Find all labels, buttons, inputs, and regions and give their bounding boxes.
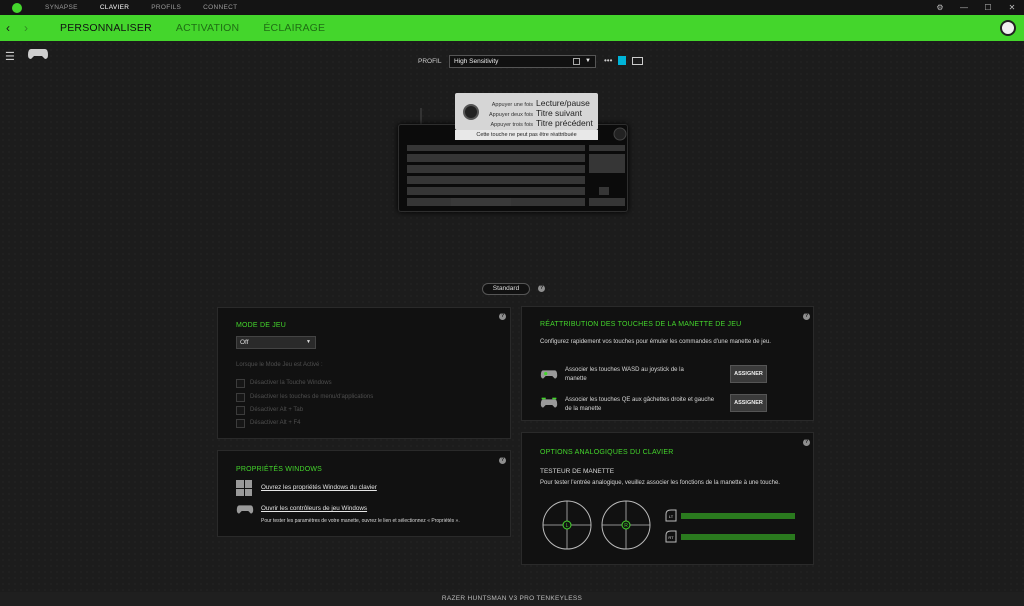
- tab-synapse[interactable]: SYNAPSE: [34, 0, 89, 15]
- right-trigger-icon: RT: [665, 530, 677, 543]
- game-mode-value: Off: [240, 339, 249, 346]
- analog-options-title: OPTIONS ANALOGIQUES DU CLAVIER: [540, 449, 674, 456]
- assign-qe-button[interactable]: ASSIGNER: [730, 394, 767, 412]
- help-icon[interactable]: ?: [803, 313, 810, 320]
- left-trigger-bar: [681, 513, 795, 519]
- device-name-footer: RAZER HUNTSMAN V3 PRO TENKEYLESS: [0, 592, 1024, 606]
- media-dial-icon: [463, 104, 479, 120]
- gamepad-qe-icon: [540, 397, 558, 408]
- help-icon[interactable]: ?: [803, 439, 810, 446]
- keyboard-properties-link[interactable]: Ouvrez les propriétés Windows du clavier: [261, 484, 377, 491]
- help-icon[interactable]: ?: [499, 457, 506, 464]
- razer-logo-icon: [0, 0, 34, 15]
- remap-item-label: Associer les touches QE aux gâchettes dr…: [565, 397, 715, 412]
- more-options-icon[interactable]: •••: [604, 56, 612, 65]
- maximize-icon[interactable]: ☐: [976, 0, 1000, 15]
- edit-icon[interactable]: [573, 58, 580, 65]
- right-stick-label: R: [624, 523, 628, 529]
- chevron-down-icon: ▼: [585, 58, 591, 64]
- right-trigger-bar: [681, 534, 795, 540]
- left-trigger-label: LT: [669, 514, 674, 519]
- tab-profils[interactable]: PROFILS: [140, 0, 192, 15]
- checkbox-disable-windows-key[interactable]: [236, 379, 245, 388]
- help-icon[interactable]: ?: [538, 285, 545, 292]
- checkbox-disable-alt-f4[interactable]: [236, 419, 245, 428]
- tooltip-note: Cette touche ne peut pas être réattribué…: [455, 130, 598, 140]
- checkbox-disable-alt-tab[interactable]: [236, 406, 245, 415]
- tab-connect[interactable]: CONNECT: [192, 0, 248, 15]
- gamepad-wasd-icon: [540, 370, 558, 379]
- tooltip-result: Lecture/pause: [536, 98, 590, 108]
- tooltip-result: Titre précédent: [536, 118, 593, 128]
- keyboard-cable: [420, 108, 422, 125]
- title-bar: SYNAPSE CLAVIER PROFILS CONNECT ⚙ — ☐ ✕: [0, 0, 1024, 15]
- option-label: Désactiver Alt + F4: [250, 420, 301, 426]
- chevron-down-icon: ▼: [306, 339, 311, 345]
- right-stick-visualizer: R: [601, 500, 651, 550]
- option-label: Désactiver les touches de menu/d'applica…: [250, 394, 374, 400]
- onboard-memory-icon[interactable]: [618, 56, 627, 65]
- chevron-left-icon[interactable]: ‹: [6, 15, 16, 41]
- game-mode-select[interactable]: Off ▼: [236, 336, 316, 349]
- left-stick-label: L: [566, 523, 569, 529]
- gamepad-icon[interactable]: [27, 47, 49, 60]
- profile-select[interactable]: High Sensitivity ▼: [449, 55, 596, 68]
- gamepad-remap-title: RÉATTRIBUTION DES TOUCHES DE LA MANETTE …: [540, 321, 742, 328]
- user-avatar-icon[interactable]: [1000, 20, 1016, 36]
- profile-label: PROFIL: [418, 58, 442, 65]
- assign-wasd-button[interactable]: ASSIGNER: [730, 365, 767, 383]
- profile-value: High Sensitivity: [454, 58, 499, 65]
- mode-standard-button[interactable]: Standard: [482, 283, 530, 295]
- gamepad-icon: [236, 505, 254, 514]
- game-mode-title: MODE DE JEU: [236, 322, 287, 329]
- windows-properties-desc: Pour tester les paramètres de votre mane…: [261, 518, 460, 524]
- gamepad-tester-title: TESTEUR DE MANETTE: [540, 468, 615, 475]
- game-controllers-link[interactable]: Ouvrir les contrôleurs de jeu Windows: [261, 505, 367, 512]
- gamepad-tester-desc: Pour tester l'entrée analogique, veuille…: [540, 480, 780, 486]
- windows-logo-icon: [236, 480, 252, 496]
- left-trigger-icon: LT: [665, 509, 677, 522]
- left-stick-visualizer: L: [542, 500, 592, 550]
- tooltip-result: Titre suivant: [536, 108, 582, 118]
- settings-icon[interactable]: ⚙: [928, 0, 952, 15]
- option-label: Désactiver Alt + Tab: [250, 407, 304, 413]
- media-key-tooltip: Appuyer une fois Lecture/pause Appuyer de…: [455, 93, 598, 130]
- tab-clavier[interactable]: CLAVIER: [89, 0, 140, 15]
- minimize-icon[interactable]: —: [952, 0, 976, 15]
- windows-properties-title: PROPRIÉTÉS WINDOWS: [236, 466, 323, 473]
- close-icon[interactable]: ✕: [1000, 0, 1024, 15]
- book-icon[interactable]: [632, 56, 644, 65]
- gamepad-remap-desc: Configurez rapidement vos touches pour é…: [540, 339, 771, 345]
- option-label: Désactiver la Touche Windows: [250, 380, 332, 386]
- tooltip-action: Appuyer trois fois: [490, 122, 534, 128]
- help-icon[interactable]: ?: [499, 313, 506, 320]
- tab-personnaliser[interactable]: PERSONNALISER: [48, 15, 164, 41]
- chevron-right-icon[interactable]: ›: [24, 15, 34, 41]
- hamburger-menu-icon[interactable]: ☰: [5, 50, 15, 63]
- tab-activation[interactable]: ACTIVATION: [164, 15, 251, 41]
- checkbox-disable-menu-key[interactable]: [236, 393, 245, 402]
- remap-item-label: Associer les touches WASD au joystick de…: [565, 367, 684, 382]
- game-mode-hint: Lorsque le Mode Jeu est Activé :: [236, 362, 323, 368]
- section-nav-bar: ‹ › PERSONNALISER ACTIVATION ÉCLAIRAGE: [0, 15, 1024, 41]
- tab-eclairage[interactable]: ÉCLAIRAGE: [251, 15, 337, 41]
- right-trigger-label: RT: [668, 535, 674, 540]
